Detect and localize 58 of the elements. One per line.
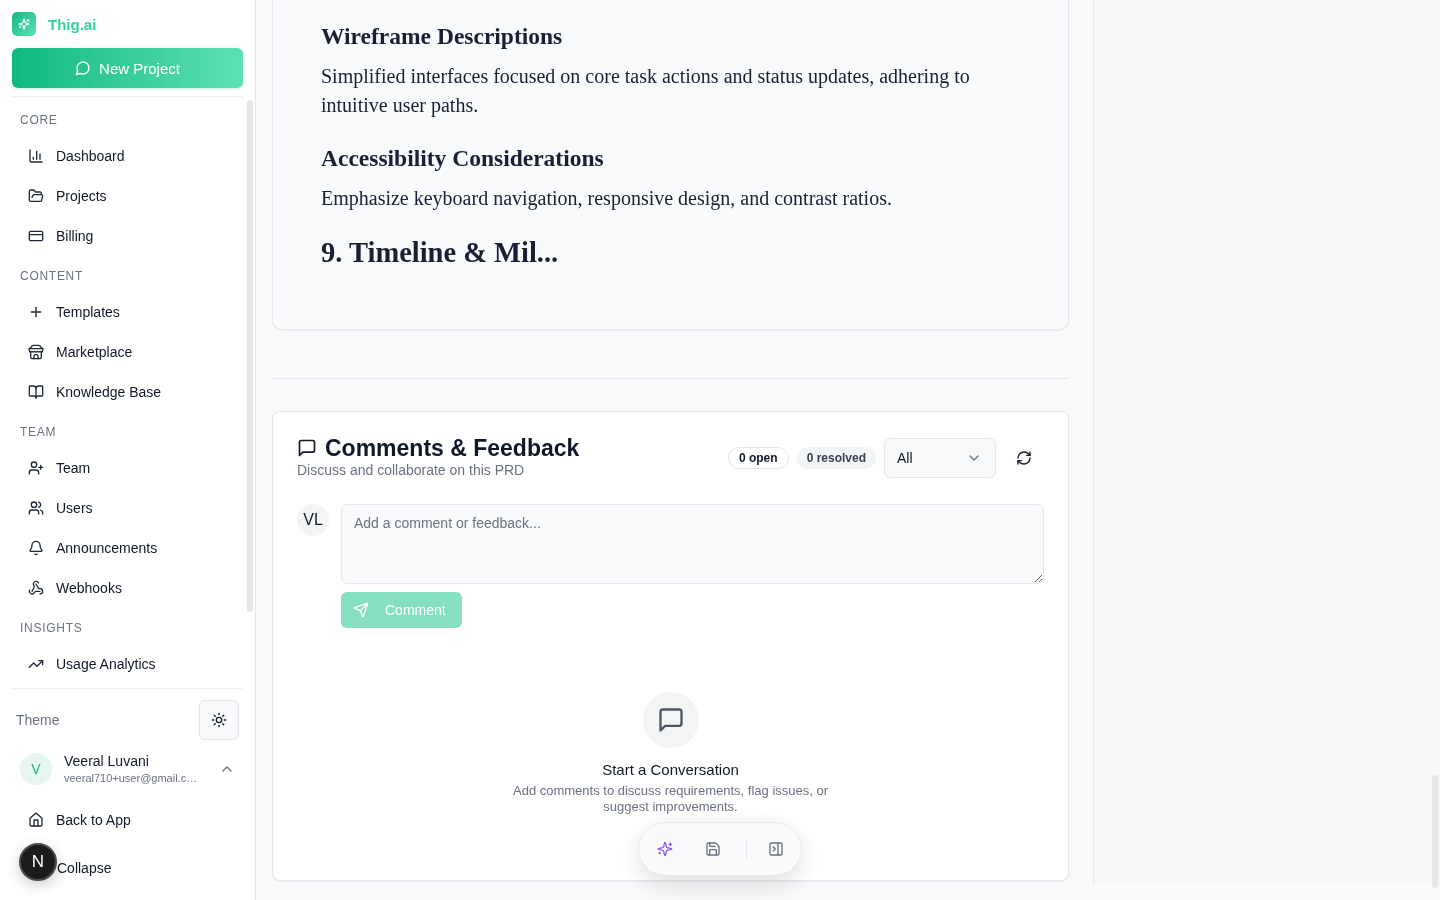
theme-toggle-button[interactable] bbox=[199, 700, 239, 740]
section-heading: Accessibility Considerations bbox=[321, 144, 605, 173]
webhook-icon bbox=[28, 580, 44, 596]
nav-item[interactable]: Templates bbox=[12, 292, 243, 332]
nav-item[interactable]: Team bbox=[12, 448, 243, 488]
user-name: Veeral Luvani bbox=[64, 752, 150, 770]
plus-icon bbox=[28, 304, 44, 320]
brand-name: Thig.ai bbox=[48, 15, 97, 33]
count-badge: 0 open bbox=[727, 447, 789, 469]
send-icon bbox=[353, 602, 369, 618]
count-badge: 0 resolved bbox=[796, 447, 876, 469]
users-icon bbox=[28, 500, 44, 516]
chapter-heading: 9. Timeline & Mil... bbox=[321, 236, 560, 270]
section-label: CONTENT bbox=[19, 268, 85, 285]
folder-icon bbox=[28, 188, 44, 204]
chat-bubble-icon bbox=[75, 60, 92, 76]
theme-label: Theme bbox=[16, 712, 60, 728]
bar-chart-icon bbox=[28, 148, 44, 164]
user-avatar: V bbox=[20, 753, 52, 785]
nav-item[interactable]: Announcements bbox=[12, 528, 243, 568]
user-avatar: VL bbox=[297, 504, 329, 536]
section-heading: Wireframe Descriptions bbox=[321, 22, 564, 51]
panel-title: Comments & Feedback bbox=[325, 434, 580, 462]
store-icon bbox=[28, 344, 44, 360]
user-plus-icon bbox=[28, 460, 44, 476]
nav-item[interactable]: Users bbox=[12, 488, 243, 528]
nav-item[interactable]: Dashboard bbox=[12, 136, 243, 176]
panel-right-icon bbox=[768, 841, 784, 857]
credit-card-icon bbox=[28, 228, 44, 244]
nav-item[interactable]: Back to App bbox=[12, 800, 243, 840]
bell-icon bbox=[28, 540, 44, 556]
section-label: TEAM bbox=[19, 424, 58, 441]
save-icon bbox=[705, 841, 721, 857]
nav-item[interactable]: Webhooks bbox=[12, 568, 243, 608]
paragraph: Simplified interfaces focused on core task actions and status updates, adhering to intuitive user paths. bbox=[321, 64, 971, 119]
empty-state-title: Start a Conversation bbox=[602, 760, 739, 780]
book-icon bbox=[28, 384, 44, 400]
filter-select[interactable]: All bbox=[884, 438, 996, 478]
nav-item[interactable]: Billing bbox=[12, 216, 243, 256]
section-label: INSIGHTS bbox=[19, 620, 84, 637]
section-label: CORE bbox=[19, 112, 59, 129]
user-menu[interactable]: V Veeral Luvani veeral710+user@gmail.c… bbox=[12, 748, 243, 790]
nav-item[interactable]: Projects bbox=[12, 176, 243, 216]
sun-icon bbox=[211, 712, 227, 728]
nav-item[interactable]: Knowledge Base bbox=[12, 372, 243, 412]
sparkles-icon bbox=[657, 841, 673, 857]
sparkles-logo-icon bbox=[12, 12, 36, 36]
nav-item[interactable]: Marketplace bbox=[12, 332, 243, 372]
user-email: veeral710+user@gmail.c… bbox=[64, 771, 199, 786]
nav-item[interactable]: Collapse bbox=[57, 848, 243, 888]
refresh-icon bbox=[1016, 450, 1032, 466]
empty-state-text: Add comments to discuss requirements, flag issues, or suggest improvements. bbox=[512, 783, 829, 815]
house-icon bbox=[28, 812, 44, 828]
nav-item[interactable]: Usage Analytics bbox=[12, 644, 243, 684]
scrollbar-thumb[interactable] bbox=[247, 100, 253, 612]
panel-subtitle: Discuss and collaborate on this PRD bbox=[297, 462, 526, 478]
comment-field[interactable]: Add a comment or feedback... bbox=[341, 504, 1044, 584]
paragraph: Emphasize keyboard navigation, responsive design, and contrast ratios. bbox=[321, 186, 893, 212]
